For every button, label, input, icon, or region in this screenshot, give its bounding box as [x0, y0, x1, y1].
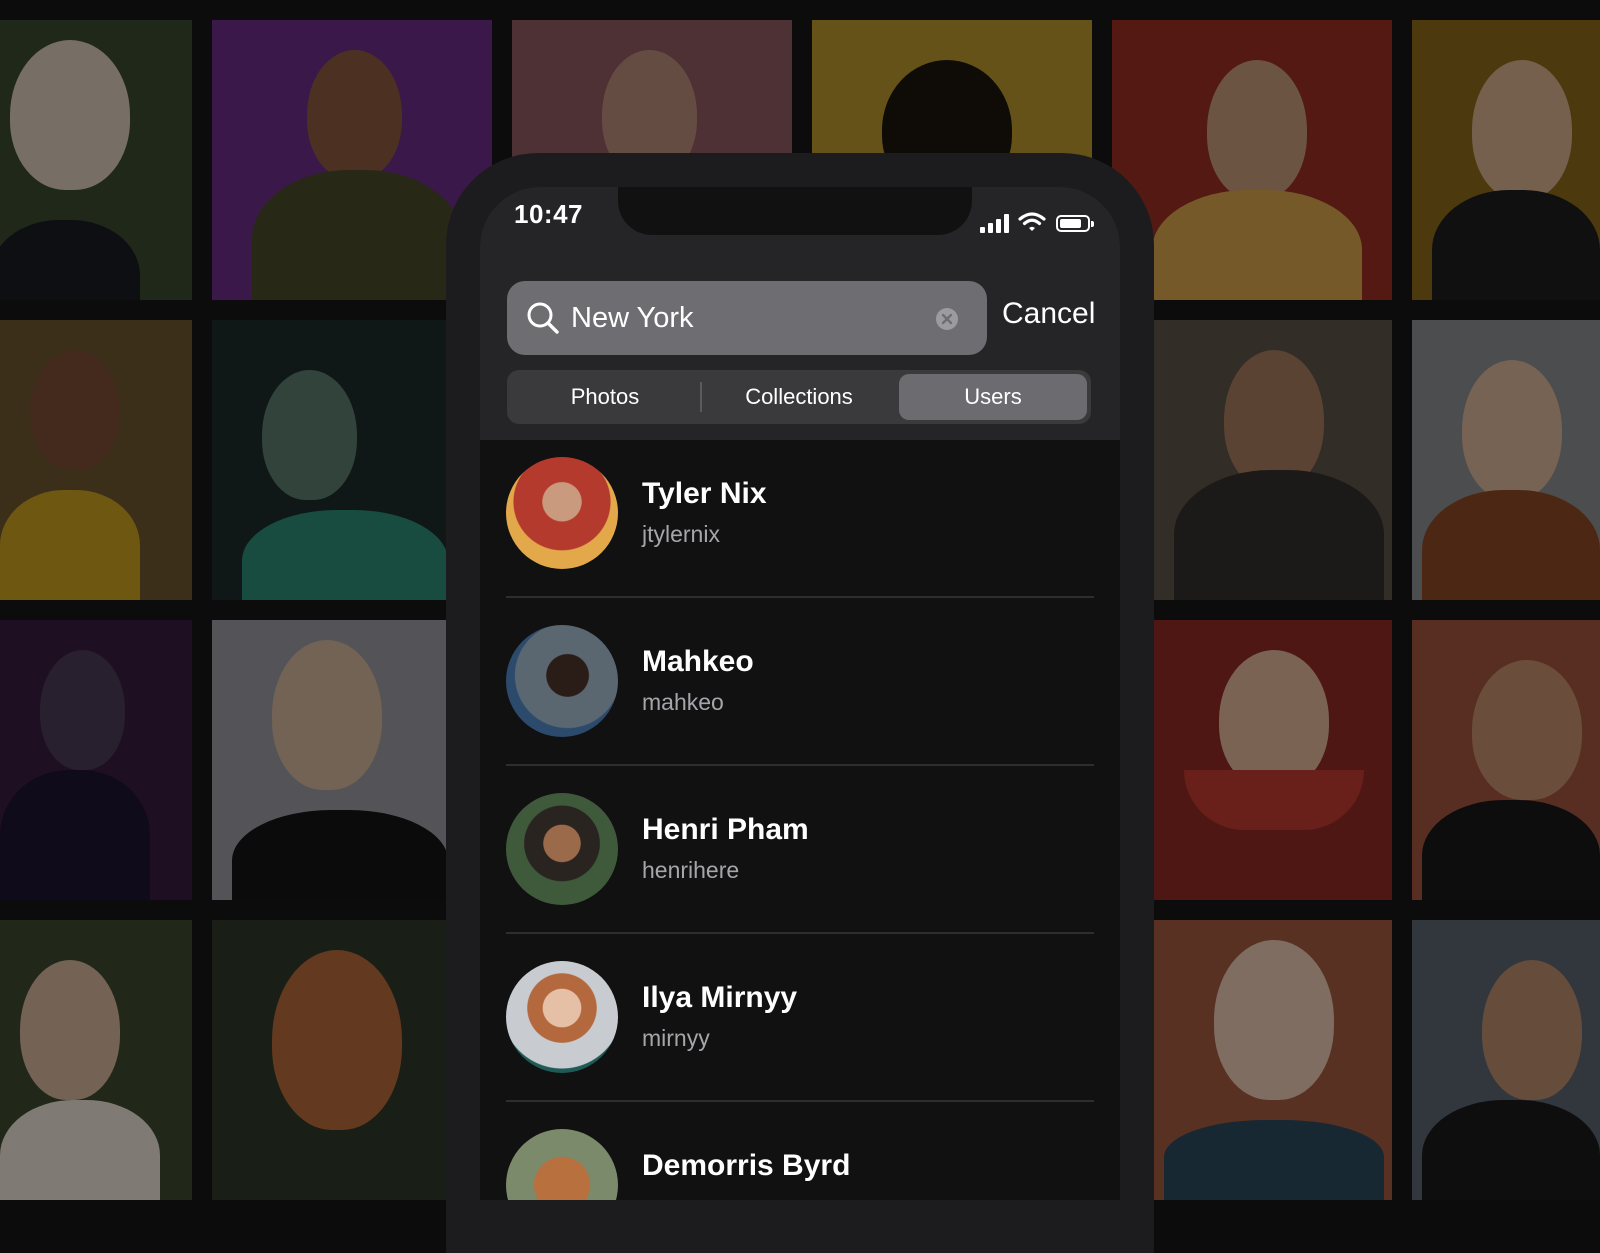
user-name: Henri Pham	[642, 813, 809, 846]
wifi-icon	[1018, 212, 1046, 231]
phone-screen: 10:47 Ca	[480, 187, 1120, 1200]
background-photo	[212, 920, 448, 1200]
search-bar[interactable]	[507, 281, 987, 355]
background-photo	[1412, 620, 1600, 900]
tab-users[interactable]: Users	[899, 374, 1087, 420]
avatar	[506, 457, 618, 569]
list-item[interactable]: Ilya Mirnyy mirnyy	[506, 961, 1094, 1129]
background-photo	[0, 320, 192, 600]
background-photo	[1154, 920, 1392, 1200]
clear-icon[interactable]	[935, 307, 959, 331]
background-photo	[812, 20, 1092, 170]
background-photo	[212, 620, 448, 900]
list-item[interactable]: Henri Pham henrihere	[506, 793, 1094, 961]
row-divider	[506, 764, 1094, 766]
tab-divider	[700, 382, 702, 412]
user-name: Demorris Byrd	[642, 1149, 851, 1182]
list-item[interactable]: Demorris Byrd	[506, 1129, 1094, 1200]
search-icon	[527, 302, 559, 334]
status-time: 10:47	[514, 199, 583, 229]
user-results-list: Tyler Nix jtylernix Mahkeo mahkeo Henri …	[506, 457, 1094, 1200]
list-item[interactable]: Mahkeo mahkeo	[506, 625, 1094, 793]
tab-collections[interactable]: Collections	[705, 374, 893, 420]
background-photo	[1154, 320, 1392, 600]
background-photo	[1412, 320, 1600, 600]
row-divider	[506, 596, 1094, 598]
background-photo	[0, 20, 192, 300]
signal-icon	[980, 213, 1012, 233]
search-header: 10:47 Ca	[480, 187, 1120, 440]
avatar	[506, 961, 618, 1073]
background-photo	[1154, 620, 1392, 900]
user-handle: mahkeo	[642, 689, 724, 715]
phone-notch	[618, 187, 972, 235]
list-item[interactable]: Tyler Nix jtylernix	[506, 457, 1094, 625]
battery-icon	[1056, 215, 1094, 232]
background-photo	[1112, 20, 1392, 300]
user-handle: mirnyy	[642, 1025, 710, 1051]
background-photo	[1412, 20, 1600, 300]
user-name: Tyler Nix	[642, 477, 767, 510]
avatar	[506, 625, 618, 737]
search-input[interactable]	[571, 293, 911, 343]
user-handle: jtylernix	[642, 521, 720, 547]
background-photo	[512, 20, 792, 170]
user-name: Ilya Mirnyy	[642, 981, 798, 1014]
avatar	[506, 793, 618, 905]
user-handle: henrihere	[642, 857, 740, 883]
background-photo	[1412, 920, 1600, 1200]
tab-photos[interactable]: Photos	[511, 374, 699, 420]
background-photo	[0, 620, 192, 900]
user-name: Mahkeo	[642, 645, 754, 678]
row-divider	[506, 932, 1094, 934]
avatar	[506, 1129, 618, 1200]
background-photo	[0, 920, 192, 1200]
row-divider	[506, 1100, 1094, 1102]
search-scope-tabs: Photos Collections Users	[507, 370, 1091, 424]
cancel-button[interactable]: Cancel	[1002, 297, 1095, 331]
background-photo	[212, 320, 448, 600]
